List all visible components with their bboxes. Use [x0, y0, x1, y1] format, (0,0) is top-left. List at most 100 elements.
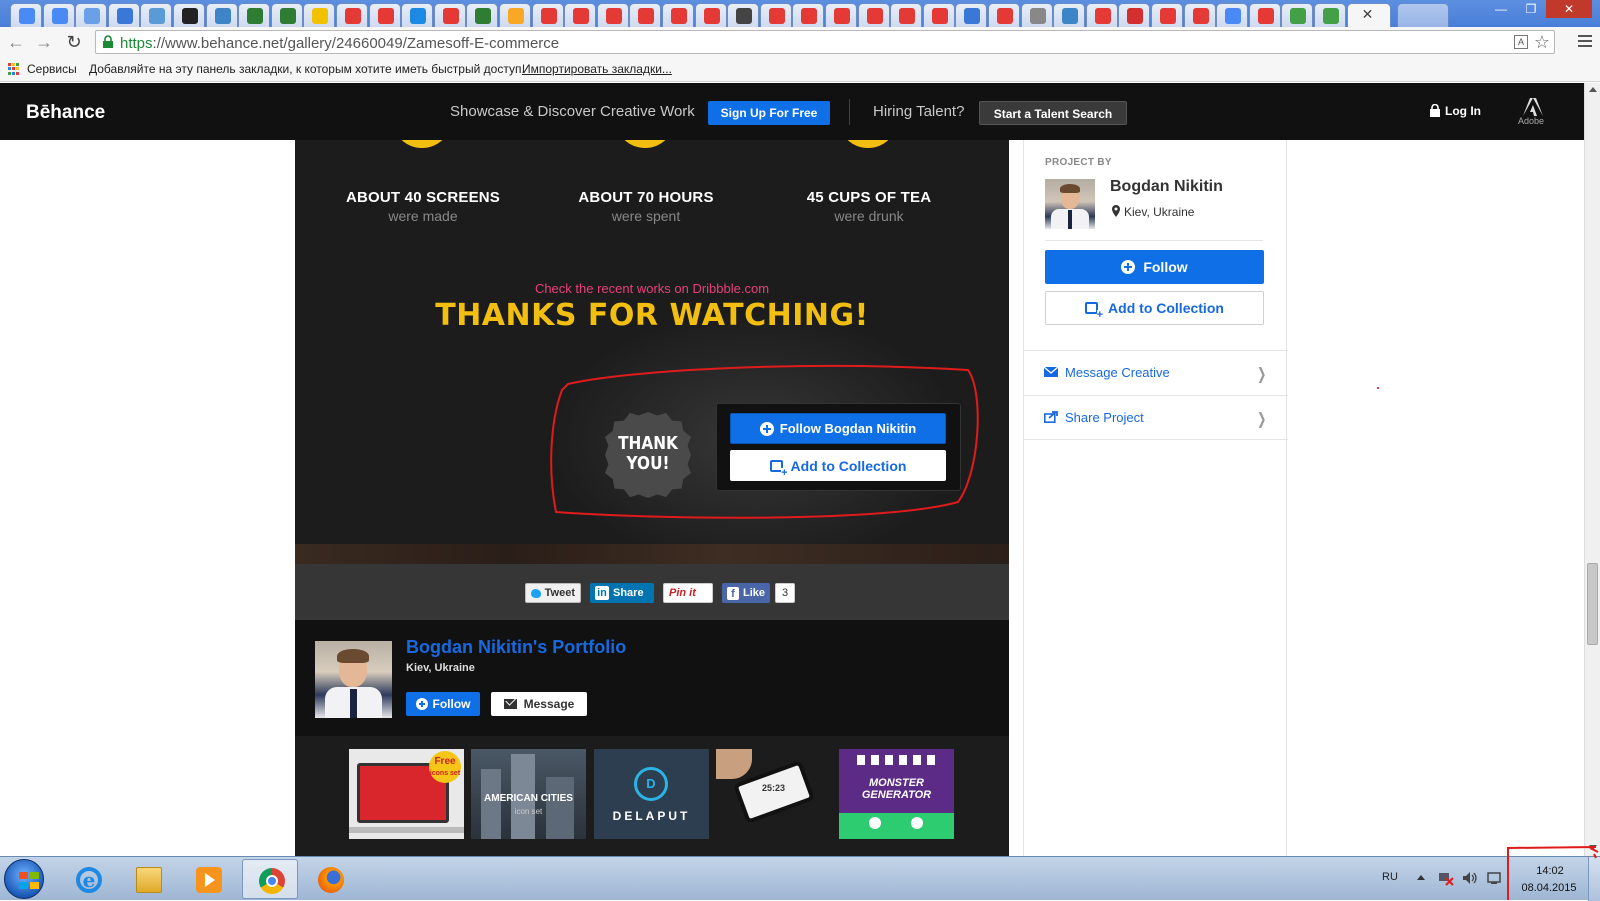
bookmark-services[interactable]: Сервисы: [27, 62, 77, 76]
portfolio-message-button[interactable]: Message: [491, 692, 587, 716]
portfolio-follow-button[interactable]: Follow: [406, 692, 480, 716]
facebook-like-button[interactable]: f Like: [722, 583, 770, 603]
browser-tab[interactable]: [727, 3, 760, 27]
project-thumbnail[interactable]: MONSTER GENERATOR: [839, 749, 954, 839]
taskbar-media-player[interactable]: [180, 859, 236, 899]
browser-tab[interactable]: [401, 3, 434, 27]
browser-tab[interactable]: [368, 3, 401, 27]
close-window-button[interactable]: ✕: [1546, 0, 1592, 18]
login-link[interactable]: Log In: [1445, 104, 1481, 118]
language-indicator[interactable]: RU: [1382, 871, 1398, 883]
taskbar-ie[interactable]: e: [60, 859, 116, 899]
linkedin-share-button[interactable]: in Share: [590, 583, 654, 603]
portfolio-title-link[interactable]: Bogdan Nikitin's Portfolio: [406, 637, 626, 658]
browser-tab[interactable]: [10, 3, 42, 27]
bookmark-star-icon[interactable]: ☆: [1534, 32, 1550, 53]
browser-tab[interactable]: [270, 3, 303, 27]
browser-tab[interactable]: [825, 3, 857, 27]
show-hidden-icons-icon[interactable]: [1417, 875, 1425, 880]
browser-tab[interactable]: [955, 3, 988, 27]
active-browser-tab[interactable]: ✕: [1346, 3, 1391, 27]
dribbble-link[interactable]: Check the recent works on Dribbble.com: [295, 281, 1009, 296]
behance-logo[interactable]: Bēhance: [26, 102, 105, 124]
start-button[interactable]: [4, 859, 44, 899]
pinterest-button[interactable]: Pin it: [663, 583, 713, 603]
browser-tab[interactable]: [792, 3, 825, 27]
browser-tab[interactable]: [1216, 3, 1249, 27]
back-icon[interactable]: ←: [4, 31, 28, 53]
translate-icon[interactable]: A: [1514, 35, 1528, 49]
browser-tab[interactable]: [42, 3, 75, 27]
chrome-menu-icon[interactable]: [1578, 35, 1592, 49]
browser-tab[interactable]: [1085, 3, 1118, 27]
avatar[interactable]: [315, 641, 392, 718]
browser-tab[interactable]: [596, 3, 629, 27]
project-thumbnail[interactable]: 25:23: [716, 749, 831, 839]
forward-icon[interactable]: →: [32, 31, 56, 53]
taskbar-firefox[interactable]: [302, 859, 358, 899]
action-center-icon[interactable]: [1486, 870, 1502, 886]
reload-icon[interactable]: ↻: [62, 31, 86, 53]
signup-button[interactable]: Sign Up For Free: [708, 101, 830, 125]
volume-icon[interactable]: [1462, 870, 1478, 886]
browser-tab[interactable]: [1281, 3, 1314, 27]
taskbar-chrome[interactable]: [242, 859, 298, 899]
project-thumbnail[interactable]: Free icons set: [349, 749, 464, 839]
twitter-bird-icon: [531, 588, 541, 598]
tweet-button[interactable]: Tweet: [525, 583, 581, 603]
browser-tab[interactable]: [205, 3, 238, 27]
close-tab-icon[interactable]: ✕: [1362, 6, 1374, 23]
new-tab-button[interactable]: [1396, 3, 1449, 27]
browser-tab[interactable]: [499, 3, 531, 27]
browser-tab[interactable]: [1183, 3, 1216, 27]
browser-tab[interactable]: [531, 3, 564, 27]
apps-grid-icon[interactable]: [8, 63, 20, 75]
browser-tab[interactable]: [140, 3, 173, 27]
scrollbar-thumb[interactable]: [1587, 563, 1598, 645]
share-project-link[interactable]: Share Project ❯: [1024, 395, 1288, 440]
adobe-logo-icon[interactable]: [1523, 98, 1543, 116]
location-pin-icon: [1112, 205, 1120, 217]
network-error-icon[interactable]: [1438, 870, 1454, 886]
browser-tab[interactable]: [1118, 3, 1151, 27]
browser-tab[interactable]: [694, 3, 727, 27]
browser-tab[interactable]: [107, 3, 140, 27]
browser-tab[interactable]: [466, 3, 499, 27]
taskbar-explorer[interactable]: [120, 859, 176, 899]
project-thumbnail[interactable]: AMERICAN CITIES icon set: [471, 749, 586, 839]
scroll-up-icon[interactable]: [1589, 87, 1597, 92]
sidebar-add-to-collection-button[interactable]: Add to Collection: [1045, 291, 1264, 325]
tab-favicon-icon: [345, 8, 361, 24]
message-creative-link[interactable]: Message Creative ❯: [1024, 350, 1288, 395]
browser-tab[interactable]: [75, 3, 108, 27]
browser-tab[interactable]: [564, 3, 597, 27]
browser-tab[interactable]: [173, 3, 205, 27]
creator-avatar[interactable]: [1045, 179, 1095, 229]
sidebar-follow-button[interactable]: Follow: [1045, 250, 1264, 284]
talent-search-button[interactable]: Start a Talent Search: [979, 101, 1127, 125]
browser-tab[interactable]: [238, 3, 271, 27]
page-scrollbar[interactable]: [1584, 83, 1600, 856]
browser-tab[interactable]: [303, 3, 336, 27]
browser-tab[interactable]: [1248, 3, 1281, 27]
creator-location: Kiev, Ukraine: [1124, 205, 1195, 219]
browser-tab[interactable]: [1151, 3, 1183, 27]
address-bar[interactable]: https://www.behance.net/gallery/24660049…: [95, 30, 1555, 54]
browser-tab[interactable]: [1053, 3, 1086, 27]
maximize-button[interactable]: ❐: [1516, 0, 1546, 18]
browser-tab[interactable]: [857, 3, 890, 27]
creator-name-link[interactable]: Bogdan Nikitin: [1110, 178, 1223, 196]
browser-tab[interactable]: [890, 3, 923, 27]
browser-tab[interactable]: [629, 3, 662, 27]
project-thumbnail[interactable]: D DELAPUT: [594, 749, 709, 839]
minimize-button[interactable]: —: [1486, 0, 1516, 18]
browser-tab[interactable]: [662, 3, 694, 27]
browser-tab[interactable]: [1020, 3, 1053, 27]
browser-tab[interactable]: [922, 3, 955, 27]
browser-tab[interactable]: [759, 3, 792, 27]
browser-tab[interactable]: [1314, 3, 1346, 27]
import-bookmarks-link[interactable]: Импортировать закладки...: [522, 62, 672, 76]
browser-tab[interactable]: [988, 3, 1020, 27]
browser-tab[interactable]: [433, 3, 466, 27]
browser-tab[interactable]: [336, 3, 368, 27]
